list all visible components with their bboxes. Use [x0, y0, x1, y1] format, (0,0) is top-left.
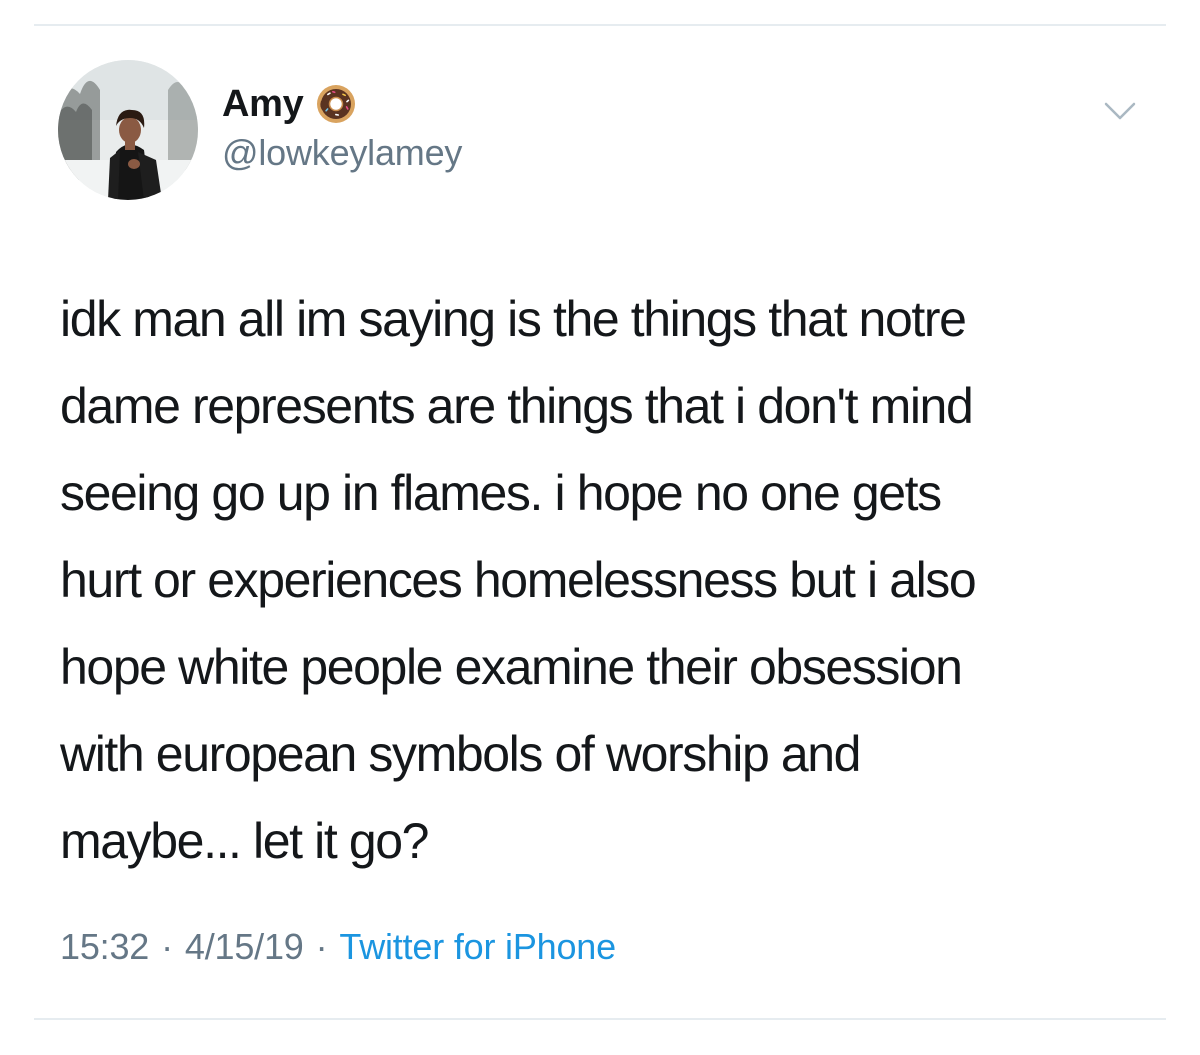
tweet-date[interactable]: 4/15/19	[185, 926, 304, 968]
avatar[interactable]	[58, 60, 198, 200]
top-divider	[34, 24, 1166, 26]
tweet-source-link[interactable]: Twitter for iPhone	[339, 926, 616, 968]
meta-separator: ·	[161, 926, 173, 967]
author-name-row[interactable]: Amy	[222, 80, 357, 128]
author-handle[interactable]: @lowkeylamey	[222, 132, 462, 174]
meta-separator: ·	[315, 926, 328, 967]
display-name[interactable]: Amy	[222, 83, 304, 126]
tweet-time[interactable]: 15:32	[60, 926, 149, 968]
chevron-down-icon[interactable]	[1102, 96, 1138, 126]
donut-icon	[315, 83, 357, 125]
tweet-metadata: 15:32 · 4/15/19 · Twitter for iPhone	[60, 926, 616, 968]
avatar-photo	[58, 60, 198, 200]
tweet-text: idk man all im saying is the things that…	[60, 291, 977, 869]
bottom-divider	[34, 1018, 1166, 1020]
